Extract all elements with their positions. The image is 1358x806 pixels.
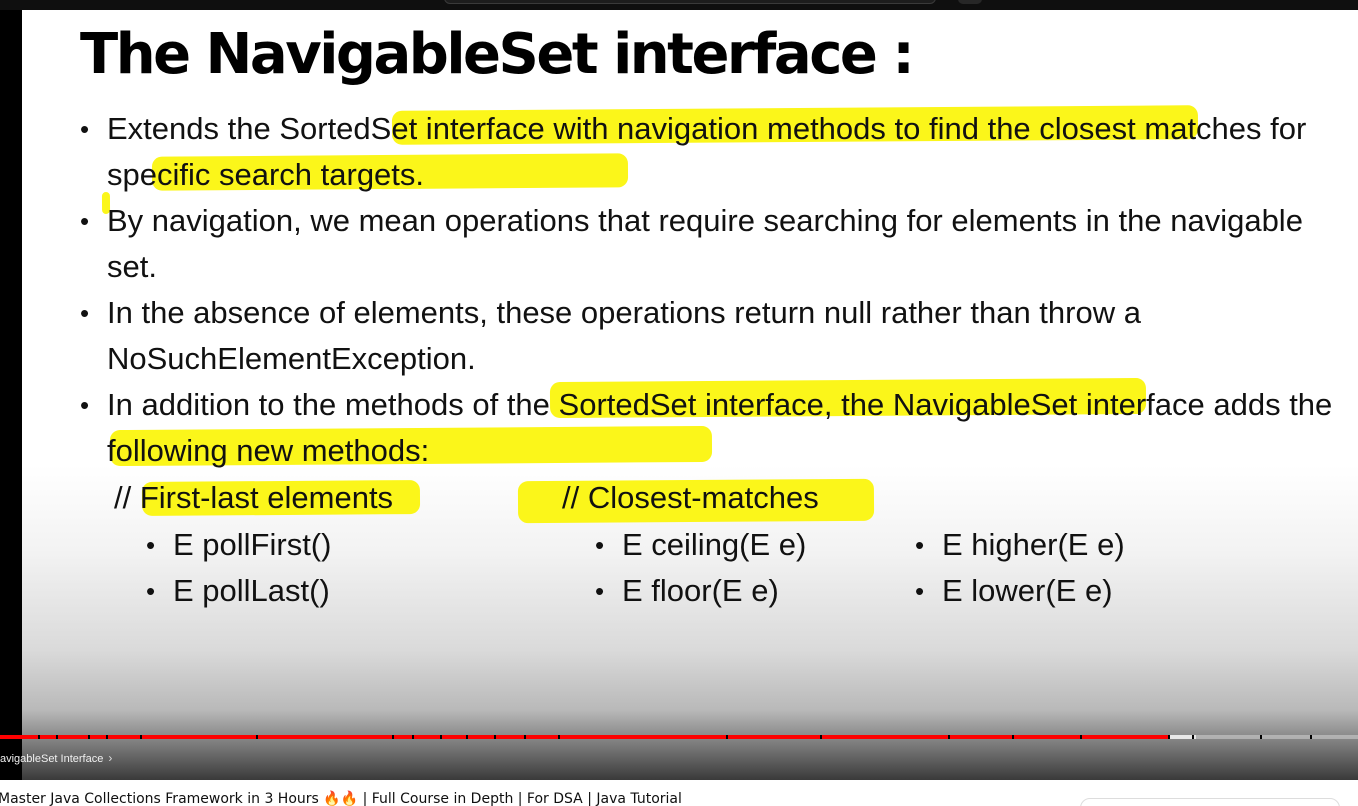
- chapter-marker: [412, 735, 414, 739]
- top-bar: [0, 0, 1358, 10]
- chapter-marker: [38, 735, 40, 739]
- chapter-button[interactable]: avigableSet Interface ›: [0, 748, 112, 768]
- method-item: E floor(E e): [595, 568, 806, 614]
- chapter-marker: [558, 735, 560, 739]
- chapter-marker: [1310, 735, 1312, 739]
- first-last-method-list: E pollFirst() E pollLast(): [146, 522, 331, 614]
- chapter-marker: [256, 735, 258, 739]
- progress-played: [0, 735, 1170, 739]
- chevron-right-icon: ›: [108, 751, 113, 765]
- voice-search-button[interactable]: [958, 0, 982, 4]
- closest-method-list-right: E higher(E e) E lower(E e): [915, 522, 1125, 614]
- chapter-marker: [1012, 735, 1014, 739]
- chapter-marker: [948, 735, 950, 739]
- bullet-text: By navigation, we mean operations that r…: [107, 203, 1303, 284]
- bullet-text: In addition to the methods of the Sorted…: [107, 387, 1333, 468]
- chapter-marker: [1168, 735, 1170, 739]
- bullet-text: Extends the SortedSet interface with nav…: [107, 111, 1307, 192]
- video-title: Master Java Collections Framework in 3 H…: [0, 791, 682, 806]
- bullet-item: In addition to the methods of the Sorted…: [80, 382, 1340, 474]
- method-item: E pollFirst(): [146, 522, 331, 568]
- chapter-marker: [524, 735, 526, 739]
- first-last-heading: // First-last elements: [114, 480, 394, 515]
- search-box[interactable]: [444, 0, 936, 4]
- chapter-marker: [106, 735, 108, 739]
- chapter-marker: [440, 735, 442, 739]
- bullet-item: By navigation, we mean operations that r…: [80, 198, 1340, 290]
- progress-bar[interactable]: [0, 735, 1358, 739]
- chapter-marker: [726, 735, 728, 739]
- bullet-item: In the absence of elements, these operat…: [80, 290, 1340, 382]
- secondary-panel-edge: [1080, 798, 1340, 806]
- chapter-marker: [494, 735, 496, 739]
- chapter-marker: [466, 735, 468, 739]
- video-player[interactable]: The NavigableSet interface : Extends the…: [0, 0, 1358, 780]
- chapter-marker: [1192, 735, 1194, 739]
- below-player: Master Java Collections Framework in 3 H…: [0, 780, 1358, 806]
- method-item: E ceiling(E e): [595, 522, 806, 568]
- chapter-marker: [1080, 735, 1082, 739]
- chapter-marker: [392, 735, 394, 739]
- slide-title: The NavigableSet interface :: [80, 22, 915, 87]
- method-item: E lower(E e): [915, 568, 1125, 614]
- method-item: E pollLast(): [146, 568, 331, 614]
- method-item: E higher(E e): [915, 522, 1125, 568]
- bullet-item: Extends the SortedSet interface with nav…: [80, 106, 1340, 198]
- chapter-label: avigableSet Interface: [0, 753, 104, 765]
- chapter-marker: [140, 735, 142, 739]
- chapter-marker: [1260, 735, 1262, 739]
- bullet-list: Extends the SortedSet interface with nav…: [80, 106, 1340, 474]
- chapter-marker: [88, 735, 90, 739]
- bullet-text: In the absence of elements, these operat…: [107, 295, 1141, 376]
- closest-matches-heading: // Closest-matches: [562, 480, 819, 515]
- chapter-marker: [820, 735, 822, 739]
- chapter-marker: [56, 735, 58, 739]
- video-frame-slide: The NavigableSet interface : Extends the…: [22, 10, 1358, 780]
- closest-method-list-left: E ceiling(E e) E floor(E e): [595, 522, 806, 614]
